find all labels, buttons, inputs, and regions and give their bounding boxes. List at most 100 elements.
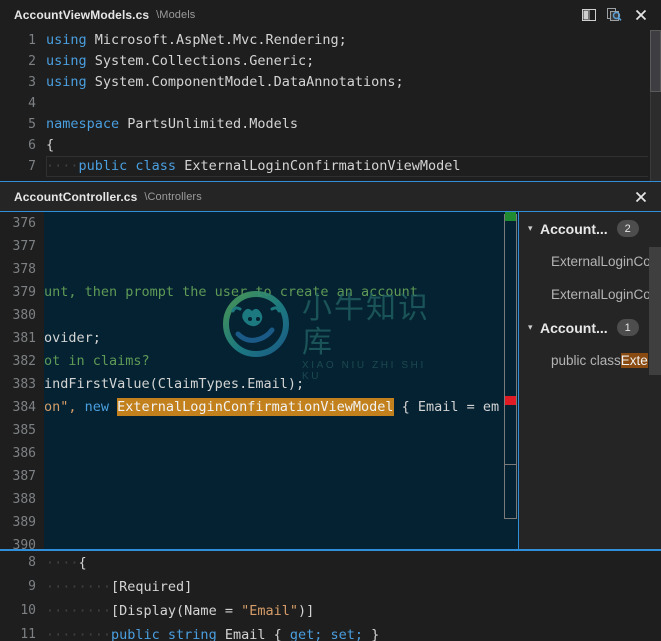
code-token: System.ComponentModel.DataAnnotations; [95, 74, 404, 90]
result-count-badge: 1 [617, 319, 639, 336]
code-line[interactable]: 380 [0, 304, 518, 327]
peek-definition-panel: AccountController.cs \Controllers 376377… [0, 181, 661, 551]
top-editor-header: AccountViewModels.cs \Models [0, 0, 661, 30]
peek-list-scrollbar-thumb[interactable] [649, 247, 661, 375]
top-editor-file-path: \Models [156, 9, 195, 21]
code-line[interactable]: 383indFirstValue(ClaimTypes.Email); [0, 373, 518, 396]
code-line[interactable]: 8····{ [0, 551, 661, 575]
line-number: 389 [0, 511, 36, 534]
peek-scrollbar-thumb[interactable] [504, 214, 517, 519]
bottom-editor: 8····{9········[Required]10········[Disp… [0, 551, 661, 641]
peek-scrollbar[interactable] [500, 212, 518, 549]
top-editor-code[interactable]: 1 using Microsoft.AspNet.Mvc.Rendering; 2u… [0, 30, 661, 181]
code-line[interactable]: 386 [0, 442, 518, 465]
peek-list-scrollbar[interactable] [649, 212, 661, 549]
code-line[interactable]: 389 [0, 511, 518, 534]
code-line[interactable]: 388 [0, 488, 518, 511]
code-token: get; set; [290, 627, 371, 641]
code-line[interactable]: 1 using Microsoft.AspNet.Mvc.Rendering; [0, 30, 661, 51]
expand-triangle-icon[interactable]: ▾ [528, 224, 540, 233]
code-token: } [371, 627, 379, 641]
line-number: 11 [0, 623, 36, 641]
peek-header: AccountController.cs \Controllers [0, 182, 661, 211]
code-line[interactable]: 11 ········public string Email { get; set… [0, 623, 661, 641]
code-line[interactable]: 381ovider; [0, 327, 518, 350]
result-group-label: Account... [540, 320, 608, 336]
code-token: new [85, 399, 118, 415]
code-token: "Email" [241, 603, 298, 619]
line-number: 384 [0, 396, 36, 419]
code-token: ExternalLoginConfirmationViewModel [184, 158, 460, 174]
code-token: Microsoft.AspNet.Mvc.Rendering; [95, 32, 347, 48]
code-line[interactable]: 384 on", new ExternalLoginConfirmationVie… [0, 396, 518, 419]
indent-guides: ········ [46, 603, 111, 619]
line-number: 1 [0, 30, 36, 51]
peek-results-list[interactable]: ▾Account...2ExternalLoginCoExternalLogin… [518, 212, 661, 549]
code-line[interactable]: 7····public class ExternalLoginConfirmat… [0, 156, 661, 177]
split-panel-icon[interactable] [577, 4, 601, 26]
code-token: on", [44, 399, 85, 415]
bottom-editor-code[interactable]: 8····{9········[Required]10········[Disp… [0, 551, 661, 641]
indent-guides: ········ [46, 579, 111, 595]
preview-document-icon[interactable] [603, 4, 627, 26]
line-number: 385 [0, 419, 36, 442]
result-group-header[interactable]: ▾Account... 1 [519, 311, 661, 344]
peek-close-icon[interactable] [629, 186, 653, 208]
line-number: 380 [0, 304, 36, 327]
result-list-item[interactable]: ExternalLoginCo [519, 245, 661, 278]
code-token: public string [111, 627, 225, 641]
line-number: 9 [0, 575, 36, 599]
line-number: 7 [0, 156, 36, 177]
line-number: 382 [0, 350, 36, 373]
line-number: 8 [0, 551, 36, 575]
code-line[interactable]: 376 [0, 212, 518, 235]
code-line[interactable]: 385 [0, 419, 518, 442]
code-token: Email { [225, 627, 290, 641]
code-line[interactable]: 387 [0, 465, 518, 488]
result-item-text: public class [551, 353, 621, 368]
peek-body: 376377378379unt, then prompt the user to… [0, 212, 661, 549]
line-number: 383 [0, 373, 36, 396]
scrollbar-thumb[interactable] [650, 30, 661, 92]
expand-triangle-icon[interactable]: ▾ [528, 323, 540, 332]
top-editor-scrollbar[interactable] [648, 30, 661, 181]
code-line[interactable]: 6{ [0, 135, 661, 156]
code-token: using [46, 53, 95, 69]
line-number: 2 [0, 51, 36, 72]
line-number: 377 [0, 235, 36, 258]
code-line[interactable]: 377 [0, 235, 518, 258]
result-group-label: Account... [540, 221, 608, 237]
result-item-match: Exte [621, 353, 648, 368]
result-group-header[interactable]: ▾Account...2 [519, 212, 661, 245]
close-icon[interactable] [629, 4, 653, 26]
code-token: namespace [46, 116, 127, 132]
code-token: using [46, 32, 95, 48]
code-line[interactable]: 382ot in claims? [0, 350, 518, 373]
code-line[interactable]: 10········[Display(Name = "Email")] [0, 599, 661, 623]
peek-marker-green [505, 212, 516, 221]
code-line[interactable]: 390 [0, 534, 518, 549]
code-line[interactable]: 379unt, then prompt the user to create a… [0, 281, 518, 304]
line-number: 390 [0, 534, 36, 549]
line-number: 3 [0, 72, 36, 93]
peek-thumb-divider [504, 464, 517, 465]
line-number: 10 [0, 599, 36, 623]
code-line[interactable]: 2using System.Collections.Generic; [0, 51, 661, 72]
result-list-item[interactable]: public class Exte [519, 344, 661, 377]
code-line[interactable]: 4 [0, 93, 661, 114]
line-number: 388 [0, 488, 36, 511]
indent-guides: ········ [46, 627, 111, 641]
peek-code-lines[interactable]: 376377378379unt, then prompt the user to… [0, 212, 518, 549]
vscode-peek-definition-window: AccountViewModels.cs \Models 1 using Micr… [0, 0, 661, 641]
code-token: ExternalLoginConfirmationViewModel [117, 398, 393, 416]
code-token: public class [79, 158, 185, 174]
peek-code-view[interactable]: 376377378379unt, then prompt the user to… [0, 212, 518, 549]
code-line[interactable]: 3using System.ComponentModel.DataAnnotat… [0, 72, 661, 93]
code-line[interactable]: 378 [0, 258, 518, 281]
code-line[interactable]: 9········[Required] [0, 575, 661, 599]
code-token: )] [298, 603, 314, 619]
indent-guides: ···· [46, 555, 79, 571]
line-number: 4 [0, 93, 36, 114]
code-line[interactable]: 5namespace PartsUnlimited.Models [0, 114, 661, 135]
result-list-item[interactable]: ExternalLoginCo [519, 278, 661, 311]
